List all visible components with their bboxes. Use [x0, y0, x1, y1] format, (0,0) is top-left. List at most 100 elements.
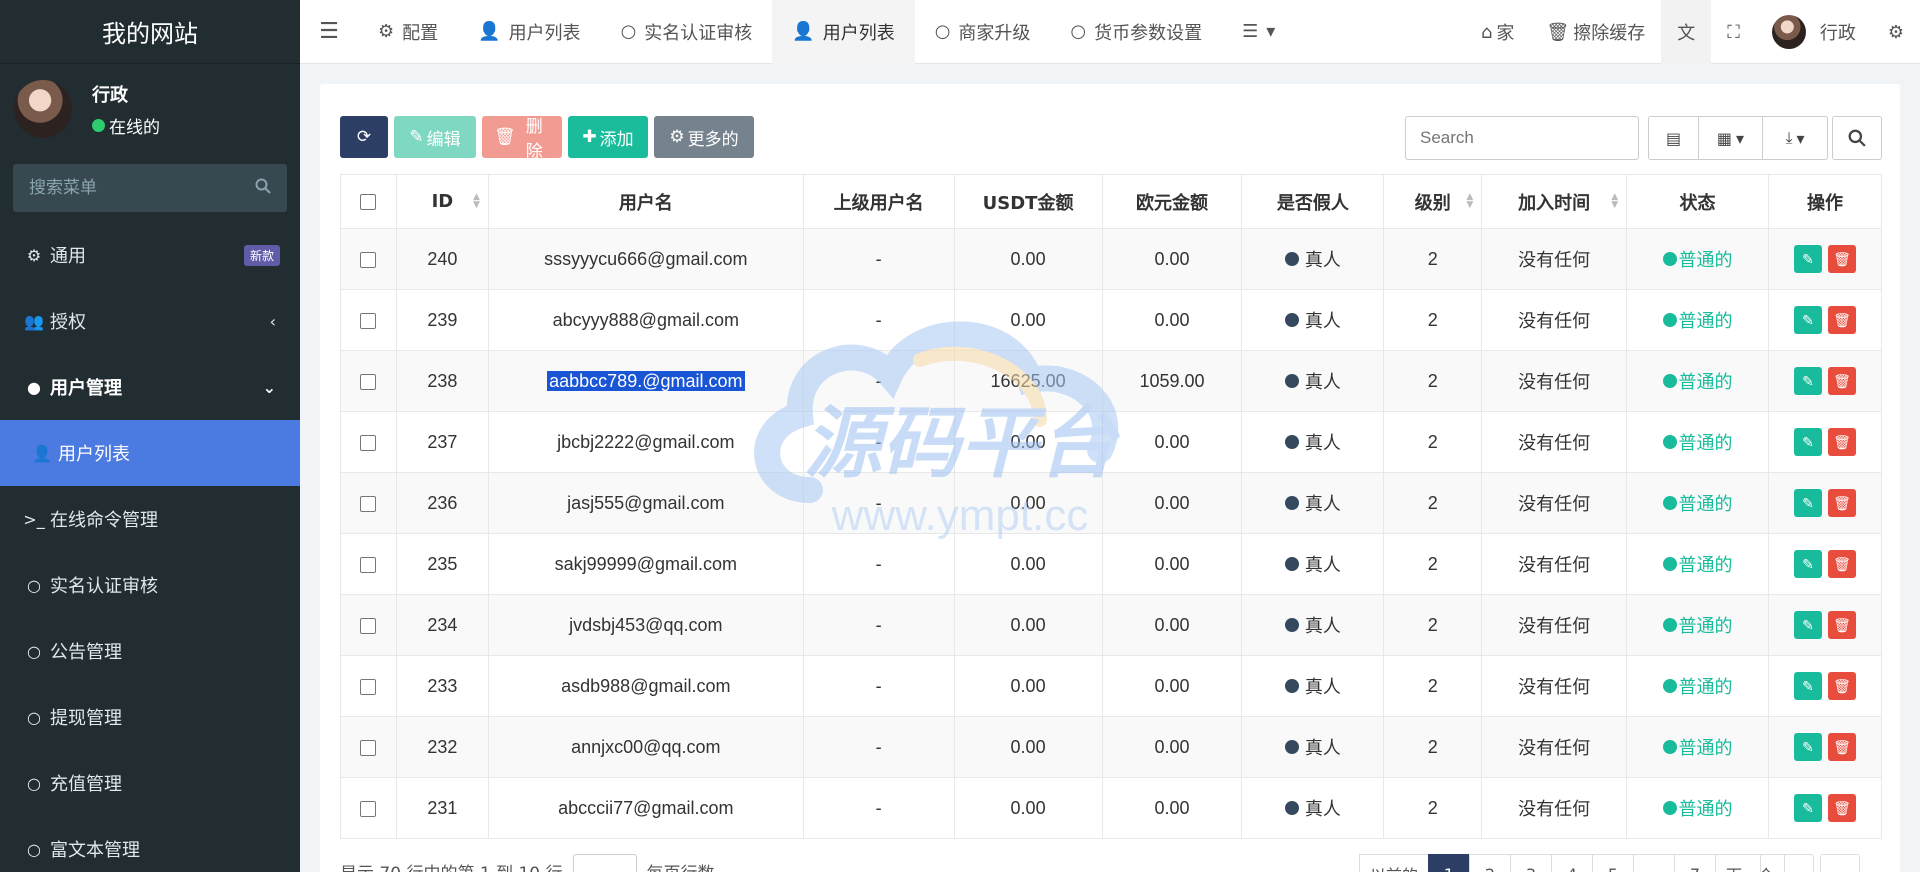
row-edit-button[interactable]: ✎	[1793, 367, 1822, 395]
cell-actions: ✎ 🗑	[1767, 472, 1883, 534]
page-button[interactable]: 3	[1510, 854, 1553, 872]
tab-config[interactable]: ⚙ 配置	[358, 0, 458, 64]
clear-cache-button[interactable]: 🗑 擦除缓存	[1530, 0, 1661, 64]
row-checkbox[interactable]	[360, 434, 377, 451]
row-checkbox[interactable]	[360, 373, 377, 390]
page-button[interactable]: 5	[1592, 854, 1635, 872]
sidebar-item-auth[interactable]: 👥 授权 ‹	[0, 288, 300, 354]
tab-realname-review[interactable]: ○ 实名认证审核	[601, 0, 773, 64]
row-delete-button[interactable]: 🗑	[1827, 428, 1856, 456]
page-button[interactable]: 1	[1428, 854, 1471, 872]
language-button[interactable]: 文	[1661, 0, 1712, 64]
row-delete-button[interactable]: 🗑	[1827, 367, 1856, 395]
page-button[interactable]: 7	[1674, 854, 1717, 872]
row-checkbox[interactable]	[360, 617, 377, 634]
pencil-icon: ✎	[1802, 677, 1814, 694]
export-button[interactable]: ⤓ ▾	[1763, 117, 1827, 159]
home-button[interactable]: ⌂ 家	[1465, 0, 1530, 64]
sidebar-item-user-management[interactable]: ● 用户管理 ⌄	[0, 354, 300, 420]
row-select-cell[interactable]	[340, 411, 397, 473]
row-checkbox[interactable]	[360, 556, 377, 573]
sidebar-item-richtext[interactable]: ○ 富文本管理	[0, 816, 300, 872]
select-all-checkbox[interactable]	[360, 194, 377, 210]
refresh-button[interactable]: ⟳	[340, 116, 388, 158]
page-button[interactable]: 4	[1551, 854, 1594, 872]
row-delete-button[interactable]: 🗑	[1827, 489, 1856, 517]
row-edit-button[interactable]: ✎	[1793, 428, 1822, 456]
row-edit-button[interactable]: ✎	[1793, 611, 1822, 639]
row-checkbox[interactable]	[360, 800, 377, 817]
sidebar-item-user-list[interactable]: 👤 用户列表	[0, 420, 300, 486]
goto-page-button[interactable]	[1820, 854, 1860, 872]
add-button[interactable]: ✚ 添加	[568, 116, 648, 158]
brand-title[interactable]: 我的网站	[0, 0, 300, 64]
menu-toggle-icon[interactable]: ☰	[300, 19, 358, 44]
page-size-select[interactable]	[572, 854, 637, 872]
row-select-cell[interactable]	[340, 777, 397, 839]
row-delete-button[interactable]: 🗑	[1827, 550, 1856, 578]
table-search-input[interactable]	[1405, 116, 1639, 160]
row-delete-button[interactable]: 🗑	[1827, 306, 1856, 334]
row-delete-button[interactable]: 🗑	[1827, 672, 1856, 700]
select-all-header[interactable]	[340, 174, 397, 229]
row-edit-button[interactable]: ✎	[1793, 794, 1822, 822]
row-edit-button[interactable]: ✎	[1793, 489, 1822, 517]
row-select-cell[interactable]	[340, 350, 397, 412]
sidebar-item-online-command[interactable]: >_ 在线命令管理	[0, 486, 300, 552]
row-select-cell[interactable]	[340, 472, 397, 534]
row-checkbox[interactable]	[360, 312, 377, 329]
row-edit-button[interactable]: ✎	[1793, 306, 1822, 334]
fake-label: 真人	[1304, 311, 1341, 332]
row-select-cell[interactable]	[340, 228, 397, 290]
tab-merchant-upgrade[interactable]: ○ 商家升级	[915, 0, 1051, 64]
search-icon[interactable]	[255, 178, 271, 198]
tab-user-list-active[interactable]: 👤 用户列表	[772, 0, 915, 64]
sidebar-item-general[interactable]: ⚙ 通用 新款	[0, 222, 300, 288]
header-level[interactable]: 级别 ▲ ▼	[1383, 174, 1483, 229]
sidebar-search-input[interactable]	[29, 178, 229, 198]
fake-label: 真人	[1304, 372, 1341, 393]
row-select-cell[interactable]	[340, 716, 397, 778]
row-edit-button[interactable]: ✎	[1793, 733, 1822, 761]
fullscreen-button[interactable]: ⛶	[1711, 0, 1756, 64]
sidebar-item-recharge[interactable]: ○ 充值管理	[0, 750, 300, 816]
row-delete-button[interactable]: 🗑	[1827, 794, 1856, 822]
edit-button[interactable]: ✎ 编辑	[394, 116, 476, 158]
home-label: 家	[1496, 23, 1515, 44]
tab-user-list[interactable]: 👤 用户列表	[458, 0, 600, 64]
row-edit-button[interactable]: ✎	[1793, 245, 1822, 273]
tab-currency-settings[interactable]: ○ 货币参数设置	[1050, 0, 1222, 64]
settings-button[interactable]: ⚙	[1872, 0, 1920, 64]
row-delete-button[interactable]: 🗑	[1827, 611, 1856, 639]
row-select-cell[interactable]	[340, 594, 397, 656]
tabs-dropdown[interactable]: ☰ ▾	[1222, 0, 1295, 64]
row-checkbox[interactable]	[360, 495, 377, 512]
cell-usdt: 0.00	[953, 472, 1103, 534]
toggle-view-button[interactable]: ▤	[1649, 117, 1699, 159]
more-button[interactable]: ⚙ 更多的	[654, 116, 754, 158]
row-delete-button[interactable]: 🗑	[1827, 245, 1856, 273]
user-menu[interactable]: 行政	[1756, 0, 1872, 64]
username-selected-text[interactable]: aabbcc789.@gmail.com	[547, 370, 745, 391]
row-edit-button[interactable]: ✎	[1793, 672, 1822, 700]
page-button[interactable]: 2	[1469, 854, 1512, 872]
goto-page-input[interactable]	[1760, 854, 1814, 872]
row-delete-button[interactable]: 🗑	[1827, 733, 1856, 761]
header-id[interactable]: ID ▲ ▼	[395, 174, 489, 229]
search-button[interactable]	[1832, 116, 1882, 160]
delete-button[interactable]: 🗑 删除	[482, 116, 562, 162]
header-joined[interactable]: 加入时间 ▲ ▼	[1481, 174, 1628, 229]
row-edit-button[interactable]: ✎	[1793, 550, 1822, 578]
sidebar-item-realname-review[interactable]: ○ 实名认证审核	[0, 552, 300, 618]
row-select-cell[interactable]	[340, 289, 397, 351]
prev-page-button[interactable]: 以前的	[1359, 854, 1430, 872]
row-select-cell[interactable]	[340, 655, 397, 717]
sidebar-item-withdrawals[interactable]: ○ 提现管理	[0, 684, 300, 750]
row-checkbox[interactable]	[360, 251, 377, 268]
columns-button[interactable]: ▦ ▾	[1699, 117, 1763, 159]
status-badge: 普通的	[1678, 433, 1733, 454]
row-checkbox[interactable]	[360, 678, 377, 695]
row-checkbox[interactable]	[360, 739, 377, 756]
sidebar-item-announcements[interactable]: ○ 公告管理	[0, 618, 300, 684]
row-select-cell[interactable]	[340, 533, 397, 595]
